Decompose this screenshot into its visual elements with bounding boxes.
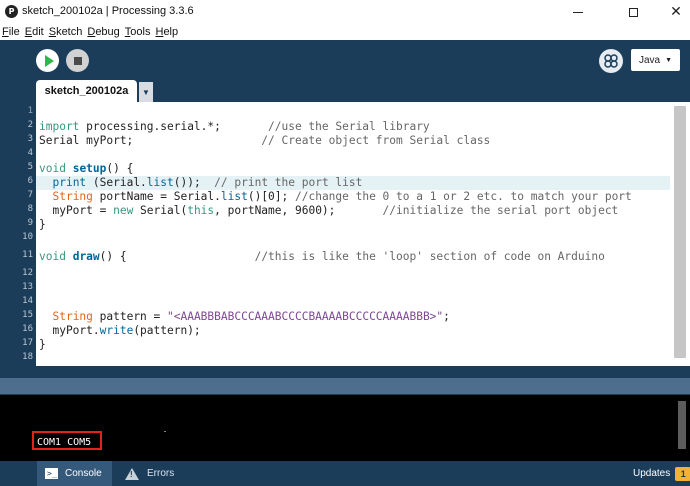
code-line: myPort = new Serial(this, portName, 9600… [39, 204, 619, 217]
tab-console-label: Console [65, 468, 102, 479]
maximize-icon [628, 7, 638, 17]
code-line: void draw() { //this is like the 'loop' … [39, 250, 605, 263]
close-button[interactable]: ✕ [654, 0, 690, 24]
line-number: 18 [22, 352, 33, 362]
line-number: 4 [27, 148, 33, 158]
tab-sketch[interactable]: sketch_200102a [36, 80, 137, 102]
line-number: 11 [22, 250, 33, 260]
console-divider[interactable] [0, 378, 690, 394]
line-number: 8 [27, 204, 33, 214]
editor-scrollbar-thumb[interactable] [674, 106, 686, 358]
processing-app-icon: P [5, 5, 18, 18]
code-line: myPort.write(pattern); [39, 324, 201, 337]
menu-file[interactable]: File [2, 26, 20, 38]
code-line: } [39, 338, 46, 351]
menu-bar: File Edit Sketch Debug Tools Help [0, 24, 690, 40]
line-number: 2 [27, 120, 33, 130]
tab-menu-button[interactable]: ▼ [139, 82, 153, 102]
line-number: 3 [27, 134, 33, 144]
warning-icon: ! [125, 467, 139, 480]
close-icon: ✕ [670, 4, 682, 20]
code-line: import processing.serial.*; //use the Se… [39, 120, 430, 133]
line-number: 5 [27, 162, 33, 172]
line-number: 7 [27, 190, 33, 200]
toolbar [0, 40, 690, 82]
minimize-button[interactable] [556, 0, 600, 24]
line-number: 9 [27, 218, 33, 228]
stop-button[interactable] [66, 49, 89, 72]
line-number: 1 [27, 106, 33, 116]
maximize-button[interactable] [611, 0, 655, 24]
chevron-down-icon: ▼ [665, 56, 673, 64]
code-editor[interactable]: import processing.serial.*; //use the Se… [36, 102, 670, 366]
menu-debug[interactable]: Debug [87, 26, 119, 38]
play-icon [44, 54, 54, 67]
stop-icon [73, 56, 82, 65]
code-line: Serial myPort; // Create object from Ser… [39, 134, 491, 147]
menu-help[interactable]: Help [155, 26, 178, 38]
line-number: 13 [22, 282, 33, 292]
code-line: String portName = Serial.list()[0]; //ch… [52, 190, 632, 203]
line-number-gutter: 1 2 3 4 5 6 7 8 9 10 11 12 13 14 15 16 1… [0, 102, 36, 366]
code-line: void setup() { [39, 162, 134, 175]
tab-errors[interactable]: ! Errors [116, 461, 196, 486]
updates-button[interactable]: Updates 1 [633, 461, 690, 486]
console-scrollbar-thumb[interactable] [678, 401, 686, 449]
console-icon: >_ [45, 468, 58, 479]
minimize-icon [573, 11, 583, 13]
window-title: sketch_200102a | Processing 3.3.6 [22, 5, 194, 17]
console-scrollbar[interactable] [674, 395, 690, 461]
line-number: 10 [22, 232, 33, 242]
editor-scrollbar[interactable] [670, 102, 690, 366]
console-cursor [164, 431, 166, 432]
updates-label: Updates [633, 468, 671, 479]
tab-errors-label: Errors [147, 468, 175, 479]
menu-sketch[interactable]: Sketch [49, 26, 83, 38]
line-number: 16 [22, 324, 33, 334]
line-number: 12 [22, 268, 33, 278]
line-number: 6 [27, 176, 33, 186]
chevron-down-icon: ▼ [142, 87, 150, 97]
code-line: print (Serial.list()); // print the port… [52, 176, 363, 189]
menu-tools[interactable]: Tools [125, 26, 151, 38]
line-number: 15 [22, 310, 33, 320]
mode-label: Java [638, 54, 661, 66]
tab-console[interactable]: >_ Console [37, 461, 112, 486]
code-line: String pattern = "<AAABBBABCCCAAABCCCCBA… [52, 310, 450, 323]
annotation-highlight-box [32, 431, 102, 450]
mode-selector[interactable]: Java ▼ [631, 49, 680, 71]
title-bar: P sketch_200102a | Processing 3.3.6 ✕ [0, 0, 690, 24]
debug-butterfly-icon [604, 54, 618, 68]
updates-count-badge: 1 [675, 466, 690, 481]
menu-edit[interactable]: Edit [25, 26, 44, 38]
line-number: 17 [22, 338, 33, 348]
debug-button[interactable] [599, 49, 623, 73]
code-line: } [39, 218, 46, 231]
run-button[interactable] [36, 49, 59, 72]
console-panel [0, 395, 674, 461]
line-number: 14 [22, 296, 33, 306]
